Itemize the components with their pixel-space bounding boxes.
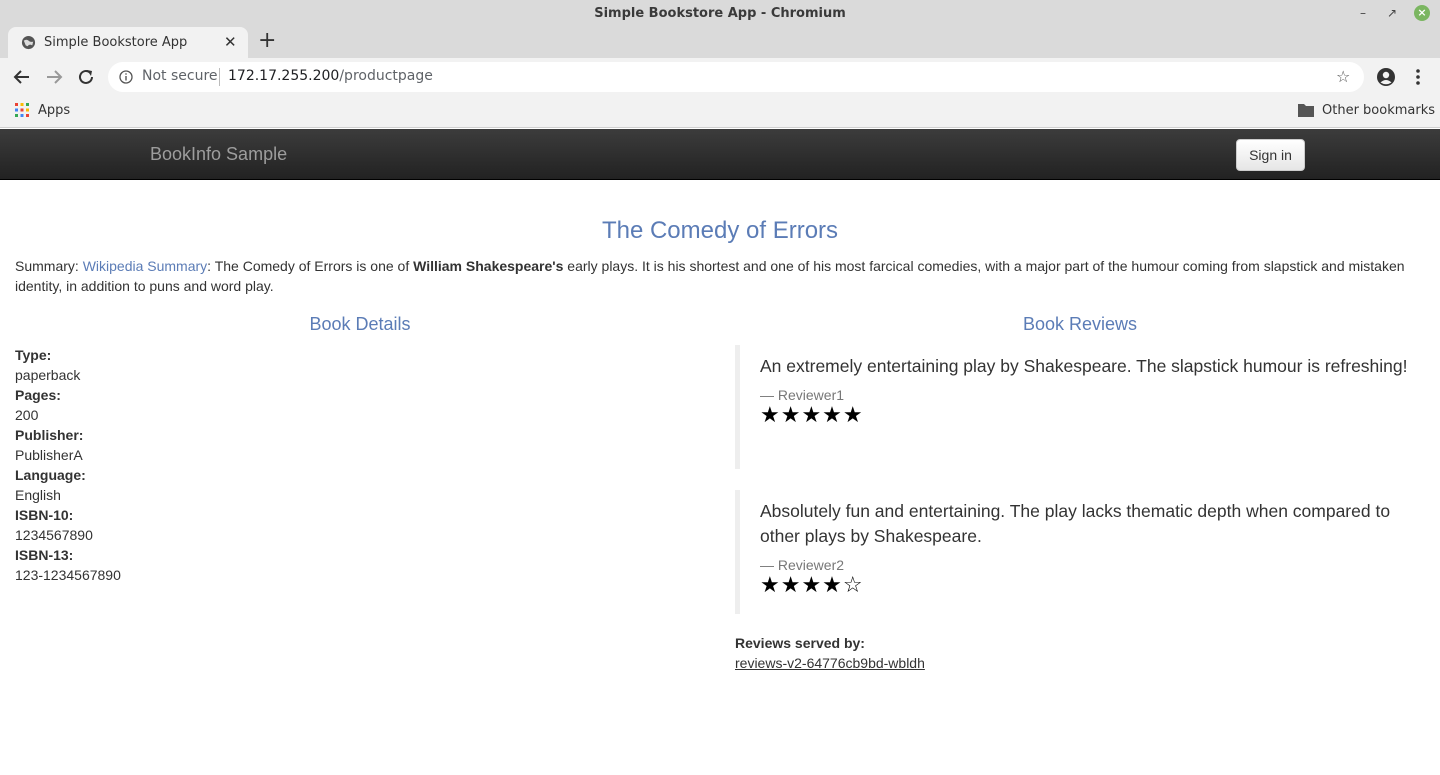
new-tab-icon[interactable]: +: [258, 30, 276, 52]
maximize-icon[interactable]: ↗: [1383, 4, 1401, 22]
book-reviews-heading: Book Reviews: [1022, 314, 1138, 334]
brand-link[interactable]: BookInfo Sample: [150, 144, 287, 165]
detail-key: Pages:: [15, 387, 61, 403]
detail-key: Language:: [15, 467, 86, 483]
book-summary: Summary: Wikipedia Summary: The Comedy o…: [15, 256, 1425, 296]
reload-icon[interactable]: [75, 66, 97, 88]
summary-prefix: Summary:: [15, 258, 83, 274]
apps-grid-icon[interactable]: [15, 103, 29, 117]
tab-active[interactable]: Simple Bookstore App ✕: [8, 27, 248, 58]
close-window-icon[interactable]: ×: [1414, 5, 1430, 21]
book-title: The Comedy of Errors: [601, 217, 839, 244]
sign-in-button[interactable]: Sign in: [1236, 139, 1305, 171]
forward-icon[interactable]: [43, 66, 65, 88]
summary-text-1: : The Comedy of Errors is one of: [207, 258, 414, 274]
back-icon[interactable]: [11, 66, 33, 88]
review-blockquote: An extremely entertaining play by Shakes…: [735, 345, 1425, 469]
review-text: Absolutely fun and entertaining. The pla…: [760, 501, 1391, 546]
address-divider: [219, 68, 220, 86]
bookmark-star-icon[interactable]: ☆: [1336, 67, 1350, 86]
detail-value: paperback: [15, 367, 81, 383]
review-text: An extremely entertaining play by Shakes…: [760, 356, 1408, 376]
tab-title: Simple Bookstore App: [44, 35, 188, 50]
detail-key: Type:: [15, 347, 52, 363]
detail-value: 1234567890: [15, 527, 93, 543]
tab-strip: Simple Bookstore App ✕ +: [0, 26, 1440, 58]
detail-value: 123-1234567890: [15, 567, 121, 583]
security-label: Not secure: [142, 68, 218, 84]
window-title: Simple Bookstore App - Chromium: [594, 6, 846, 21]
globe-icon: [21, 35, 36, 50]
review-author: — Reviewer2: [760, 557, 845, 573]
address-bar[interactable]: Not secure 172.17.255.200/productpage ☆: [108, 62, 1364, 92]
summary-author: William Shakespeare's: [413, 258, 564, 274]
star-rating: ★★★★★: [760, 403, 864, 428]
browser-toolbar: Not secure 172.17.255.200/productpage ☆: [0, 58, 1440, 96]
review-blockquote: Absolutely fun and entertaining. The pla…: [735, 490, 1425, 614]
folder-icon: [1298, 104, 1314, 117]
site-navbar: BookInfo Sample Sign in: [0, 129, 1440, 180]
address-path: /productpage: [339, 68, 433, 84]
detail-value: English: [15, 487, 61, 503]
reviews-served-label: Reviews served by:: [735, 635, 865, 651]
profile-icon[interactable]: [1376, 67, 1396, 87]
other-bookmarks[interactable]: Other bookmarks: [1322, 103, 1435, 118]
window-titlebar: Simple Bookstore App - Chromium – ↗ ×: [0, 0, 1440, 26]
info-icon[interactable]: [119, 70, 133, 84]
address-host: 172.17.255.200: [228, 68, 340, 84]
kebab-menu-icon[interactable]: [1408, 67, 1428, 87]
book-details-list: Type: paperback Pages: 200 Publisher: Pu…: [15, 345, 121, 585]
apps-bookmark[interactable]: Apps: [38, 103, 70, 118]
reviews-served-value[interactable]: reviews-v2-64776cb9bd-wbldh: [735, 655, 925, 671]
bookmarks-bar: Apps Other bookmarks: [0, 96, 1440, 128]
detail-key: ISBN-10:: [15, 507, 74, 523]
review-author: — Reviewer1: [760, 387, 845, 403]
book-details-heading: Book Details: [309, 314, 411, 334]
address-url[interactable]: 172.17.255.200/productpage: [228, 68, 433, 84]
detail-value: PublisherA: [15, 447, 83, 463]
detail-key: Publisher:: [15, 427, 84, 443]
detail-key: ISBN-13:: [15, 547, 74, 563]
star-rating: ★★★★☆: [760, 573, 864, 598]
minimize-icon[interactable]: –: [1354, 4, 1372, 22]
detail-value: 200: [15, 407, 39, 423]
tab-close-icon[interactable]: ✕: [224, 33, 237, 51]
wikipedia-summary-link[interactable]: Wikipedia Summary: [83, 258, 207, 274]
